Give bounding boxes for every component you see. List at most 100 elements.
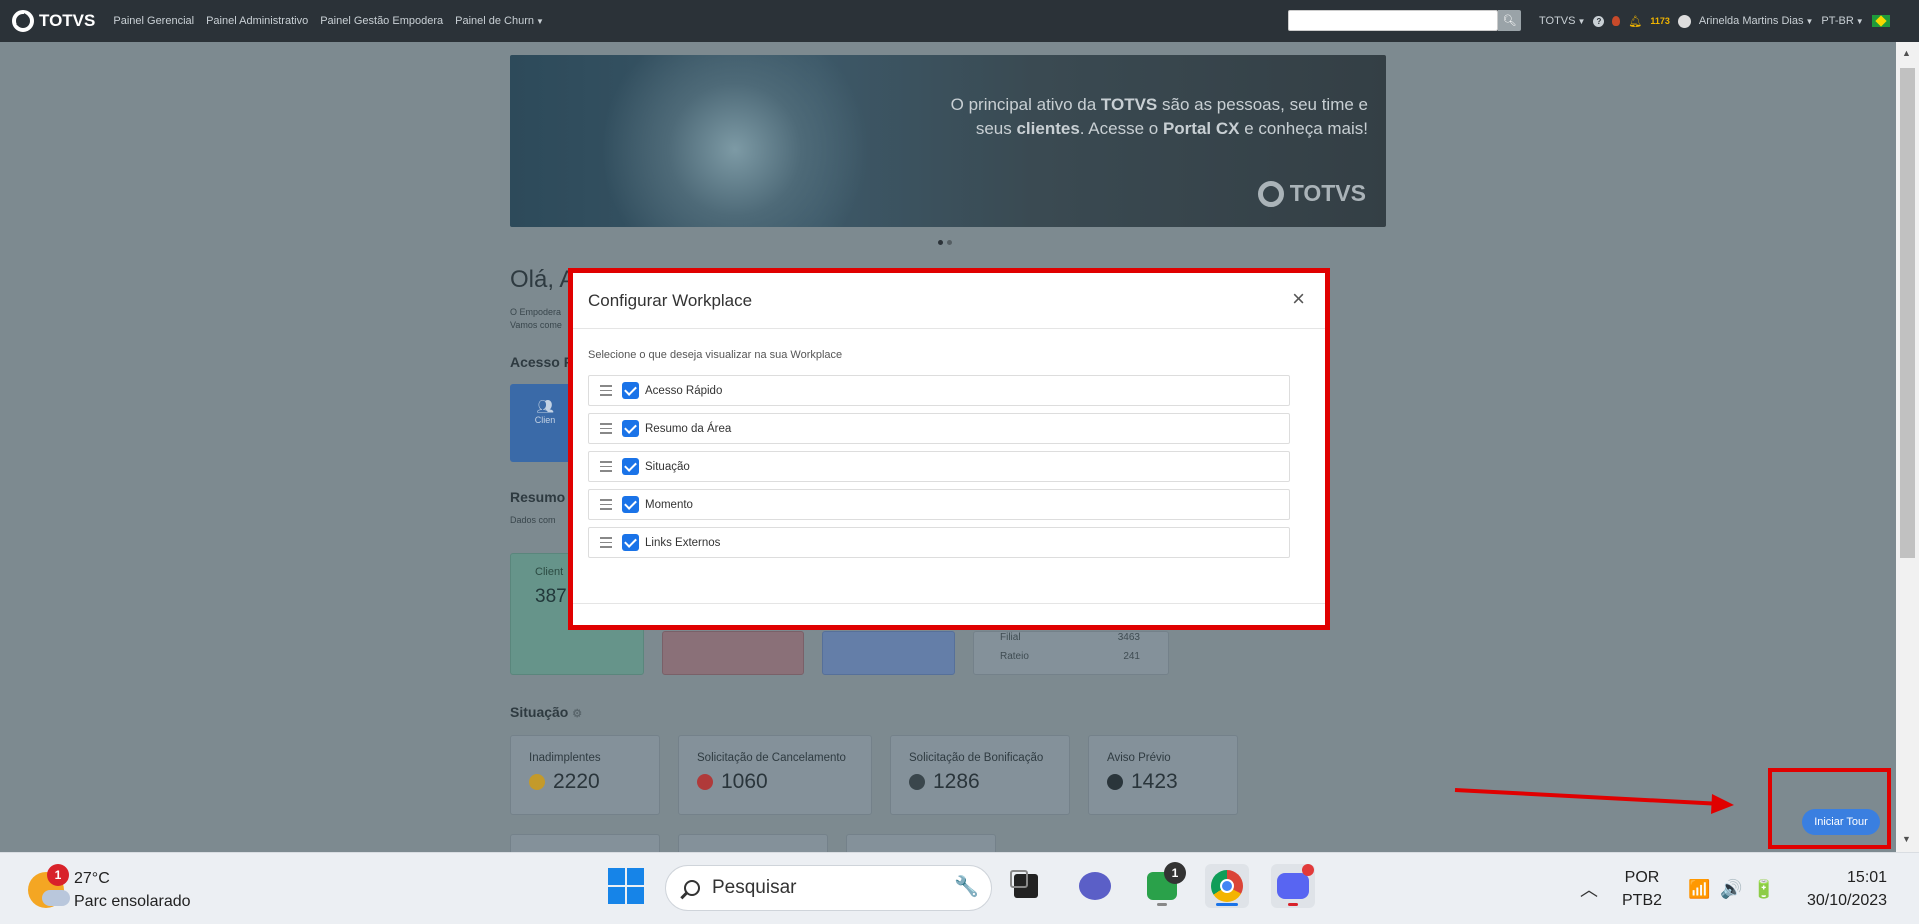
carousel-dot[interactable] <box>938 240 943 245</box>
scroll-down-arrow[interactable]: ▼ <box>1902 834 1911 844</box>
greeting-subtext: O Empodera Vamos come <box>510 307 562 330</box>
start-button[interactable] <box>604 864 648 908</box>
chrome-button[interactable] <box>1205 864 1249 908</box>
clock[interactable]: 15:01 30/10/2023 <box>1807 853 1887 924</box>
momento-card[interactable] <box>510 834 660 854</box>
task-view-icon <box>1010 870 1038 898</box>
discord-icon <box>1277 873 1309 899</box>
summary-subtitle: Dados com <box>510 515 556 525</box>
windows-logo-icon <box>608 868 644 904</box>
modal-title: Configurar Workplace <box>588 290 753 310</box>
chevron-down-icon: ▼ <box>1855 17 1864 26</box>
quick-access-title: Acesso R <box>510 354 574 370</box>
portal-cx-banner[interactable]: O principal ativo da TOTVS são as pessoa… <box>510 55 1386 227</box>
language-indicator[interactable]: POR PTB2 <box>1622 853 1662 924</box>
scroll-thumb[interactable] <box>1900 68 1915 558</box>
totvs-logo-icon <box>12 10 34 32</box>
stat-row: Filial 3463 <box>1000 632 1140 643</box>
taskbar-search[interactable]: Pesquisar 🔧 <box>665 865 992 911</box>
bell-icon[interactable]: 🔔︎ <box>1628 15 1642 28</box>
drag-handle-icon[interactable] <box>600 385 612 396</box>
situacao-card-aviso-previo[interactable]: Aviso Prévio 1423 <box>1088 735 1238 815</box>
greeting: Olá, A <box>510 266 576 293</box>
avatar[interactable] <box>1677 14 1691 28</box>
close-icon[interactable]: × <box>1292 288 1305 310</box>
chrome-icon <box>1211 870 1243 902</box>
momento-card[interactable] <box>678 834 828 854</box>
search-icon <box>684 880 700 896</box>
search-icon: 🔍︎ <box>1502 15 1517 27</box>
drag-handle-icon[interactable] <box>600 499 612 510</box>
help-icon[interactable]: ? <box>1593 15 1605 27</box>
iniciar-tour-button[interactable]: Iniciar Tour <box>1802 809 1880 835</box>
nav-painel-gestao-empodera[interactable]: Painel Gestão Empodera <box>320 15 443 27</box>
checkbox[interactable] <box>622 382 639 399</box>
drag-handle-icon[interactable] <box>600 537 612 548</box>
exclamation-icon <box>1107 774 1123 790</box>
weather-badge: 1 <box>47 864 69 886</box>
option-momento[interactable]: Momento <box>588 489 1290 520</box>
bug-report-icon[interactable] <box>1612 16 1621 26</box>
carousel-dots[interactable] <box>938 240 952 245</box>
teams-meet-button[interactable] <box>1073 864 1117 908</box>
chat-app-button[interactable]: 1 <box>1140 862 1186 908</box>
gear-icon: ⚙ <box>572 708 583 720</box>
chevron-down-icon: ▼ <box>536 17 544 26</box>
language-menu[interactable]: PT-BR ▼ <box>1821 15 1863 27</box>
chat-badge: 1 <box>1164 862 1186 884</box>
checkbox[interactable] <box>622 420 639 437</box>
nav-painel-gerencial[interactable]: Painel Gerencial <box>113 15 194 27</box>
nav-search-input[interactable] <box>1288 10 1498 31</box>
chevron-up-icon: ︿ <box>1580 880 1598 900</box>
scroll-up-arrow[interactable]: ▲ <box>1902 48 1911 58</box>
modal-footer-divider <box>573 603 1325 604</box>
brazil-flag-icon[interactable] <box>1871 15 1890 27</box>
bomb-icon <box>697 774 713 790</box>
system-tray-icons[interactable]: 📶 🔊 🔋 <box>1688 853 1775 924</box>
summary-card-3[interactable] <box>822 631 955 675</box>
user-menu[interactable]: Arinelda Martins Dias ▼ <box>1699 15 1813 27</box>
checkbox[interactable] <box>622 534 639 551</box>
battery-icon: 🔋 <box>1752 878 1776 899</box>
temperature: 27°C <box>74 870 110 887</box>
banner-text: O principal ativo da TOTVS são as pessoa… <box>950 95 1368 138</box>
stat-row: Rateio 241 <box>1000 651 1140 662</box>
nav-painel-de-churn[interactable]: Painel de Churn ▼ <box>455 15 544 27</box>
volume-icon: 🔊 <box>1720 878 1743 899</box>
option-resumo-da-area[interactable]: Resumo da Área <box>588 413 1290 444</box>
chevron-down-icon: ▼ <box>1577 17 1586 26</box>
org-menu[interactable]: TOTVS ▼ <box>1539 15 1585 27</box>
option-acesso-rapido[interactable]: Acesso Rápido <box>588 375 1290 406</box>
wifi-icon: 📶 <box>1688 878 1711 899</box>
summary-card-2[interactable] <box>662 631 804 675</box>
configurar-workplace-modal: Configurar Workplace × Selecione o que d… <box>568 268 1330 630</box>
modal-header: Configurar Workplace × <box>573 273 1325 329</box>
option-links-externos[interactable]: Links Externos <box>588 527 1290 558</box>
search-money-icon <box>529 774 545 790</box>
show-hidden-icons[interactable]: ︿ <box>1580 853 1598 924</box>
video-camera-icon <box>1079 872 1111 900</box>
situacao-title: Situação ⚙ <box>510 704 583 720</box>
weather-description: Parc ensolarado <box>74 893 191 910</box>
nav-painel-administrativo[interactable]: Painel Administrativo <box>206 15 308 27</box>
situacao-card-cancelamento[interactable]: Solicitação de Cancelamento 1060 <box>678 735 872 815</box>
momento-card[interactable] <box>846 834 996 854</box>
search-button[interactable]: 🔍︎ <box>1498 10 1521 31</box>
situacao-card-bonificacao[interactable]: Solicitação de Bonificação 1286 <box>890 735 1070 815</box>
drag-handle-icon[interactable] <box>600 423 612 434</box>
banner-totvs-logo: TOTVS <box>1257 180 1366 207</box>
task-view-button[interactable] <box>1004 864 1048 908</box>
checkbox[interactable] <box>622 496 639 513</box>
situacao-card-inadimplentes[interactable]: Inadimplentes 2220 <box>510 735 660 815</box>
weather-widget[interactable]: 1 27°C Parc ensolarado <box>28 864 191 913</box>
page-scrollbar[interactable]: ▲ ▼ <box>1896 42 1919 852</box>
option-situacao[interactable]: Situação <box>588 451 1290 482</box>
totvs-logo[interactable]: TOTVS <box>12 10 95 32</box>
annotation-arrow <box>1454 788 1734 814</box>
notification-count[interactable]: 1173 <box>1650 16 1670 26</box>
hands-together-image <box>570 55 870 227</box>
drag-handle-icon[interactable] <box>600 461 612 472</box>
checkbox[interactable] <box>622 458 639 475</box>
carousel-dot[interactable] <box>947 240 952 245</box>
discord-button[interactable] <box>1271 864 1315 908</box>
